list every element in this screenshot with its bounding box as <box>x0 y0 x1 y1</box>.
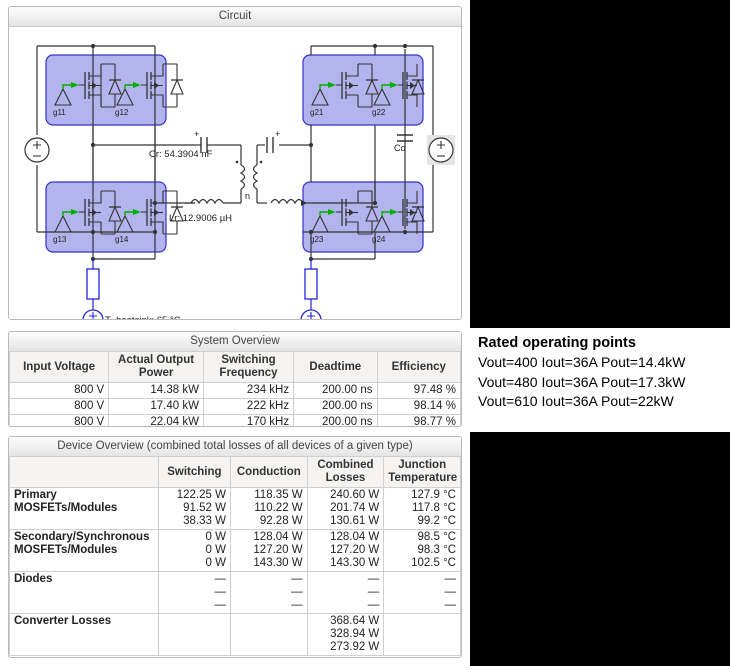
circuit-schematic-svg[interactable]: g11 g12 <box>9 27 461 319</box>
cell-conduction: 118.35 W 110.22 W 92.28 W <box>230 488 307 530</box>
col-header-switching-frequency[interactable]: Switching Frequency <box>203 352 293 383</box>
cell-combined-losses: 128.04 W 127.20 W 143.30 W <box>307 530 384 572</box>
cell-junction-temperature <box>384 614 461 656</box>
cell-junction-temperature: 127.9 °C 117.8 °C 99.2 °C <box>384 488 461 530</box>
device-overview-header-row: Switching Conduction Combined Losses Jun… <box>10 457 461 488</box>
cell-switching: — — — <box>158 572 230 614</box>
device-overview-title: Device Overview (combined total losses o… <box>9 437 461 457</box>
cell-output-power: 17.40 kW <box>109 399 204 415</box>
rated-operating-point-line: Vout=610 Iout=36A Pout=22kW <box>478 392 722 412</box>
cell-junction-temperature: 98.5 °C 98.3 °C 102.5 °C <box>384 530 461 572</box>
gate-label-g21: g21 <box>310 108 324 117</box>
circuit-panel-title: Circuit <box>9 7 461 27</box>
col-header-combined-losses[interactable]: Combined Losses <box>307 457 384 488</box>
transformer-ratio-label: n <box>245 191 250 201</box>
primary-thermal-network[interactable]: T_heatsink: 65 °C <box>81 259 181 319</box>
table-row: 800 V 14.38 kW 234 kHz 200.00 ns 97.48 % <box>10 383 461 399</box>
secondary-leakage-inductor[interactable] <box>271 200 307 207</box>
row-label-diodes: Diodes <box>10 572 159 614</box>
system-overview-title: System Overview <box>9 332 461 352</box>
thermal-resistance-secondary <box>305 269 317 299</box>
annotation-right-column: Rated operating points Vout=400 Iout=36A… <box>470 0 730 666</box>
cell-output-power: 22.04 kW <box>109 415 204 428</box>
cell-input-voltage: 800 V <box>10 399 109 415</box>
transformer[interactable]: n <box>236 161 263 201</box>
rated-operating-point-line: Vout=480 Iout=36A Pout=17.3kW <box>478 373 722 393</box>
row-label-primary-mosfets: Primary MOSFETs/Modules <box>10 488 159 530</box>
col-header-deadtime[interactable]: Deadtime <box>294 352 377 383</box>
col-header-junction-temperature[interactable]: Junction Temperature <box>384 457 461 488</box>
output-capacitor-label: Co <box>394 143 406 153</box>
table-row: Secondary/Synchronous MOSFETs/Modules 0 … <box>10 530 461 572</box>
thermal-resistance-primary <box>87 269 99 299</box>
table-row: Diodes — — — — — — — — — — — — <box>10 572 461 614</box>
cell-switching: 0 W 0 W 0 W <box>158 530 230 572</box>
col-header-efficiency[interactable]: Efficiency <box>377 352 460 383</box>
secondary-cap-polarity-plus: + <box>275 129 280 139</box>
cell-conduction: 128.04 W 127.20 W 143.30 W <box>230 530 307 572</box>
col-header-device-type <box>10 457 159 488</box>
rated-operating-point-line: Vout=400 Iout=36A Pout=14.4kW <box>478 353 722 373</box>
cell-switching <box>158 614 230 656</box>
system-overview-header-row: Input Voltage Actual Output Power Switch… <box>10 352 461 383</box>
device-overview-table: Switching Conduction Combined Losses Jun… <box>9 456 461 656</box>
system-overview-table: Input Voltage Actual Output Power Switch… <box>9 351 461 427</box>
cell-input-voltage: 800 V <box>10 415 109 428</box>
cap-polarity-plus: + <box>194 129 199 139</box>
table-row: Converter Losses 368.64 W 328.94 W 273.9… <box>10 614 461 656</box>
cell-switching-frequency: 170 kHz <box>203 415 293 428</box>
col-header-switching[interactable]: Switching <box>158 457 230 488</box>
rated-operating-points-title: Rated operating points <box>478 334 722 353</box>
system-overview-panel: System Overview Input Voltage Actual Out… <box>8 331 462 427</box>
cell-switching-frequency: 222 kHz <box>203 399 293 415</box>
col-header-actual-output-power[interactable]: Actual Output Power <box>109 352 204 383</box>
resonant-inductor-label: Lr: 12.9006 µH <box>169 213 232 224</box>
row-label-secondary-mosfets: Secondary/Synchronous MOSFETs/Modules <box>10 530 159 572</box>
cell-switching: 122.25 W 91.52 W 38.33 W <box>158 488 230 530</box>
gate-label-g11: g11 <box>53 108 66 117</box>
cell-efficiency: 98.77 % <box>377 415 460 428</box>
circuit-panel: Circuit <box>8 6 462 320</box>
col-header-input-voltage[interactable]: Input Voltage <box>10 352 109 383</box>
cell-junction-temperature: — — — <box>384 572 461 614</box>
cell-conduction: — — — <box>230 572 307 614</box>
gate-label-g13: g13 <box>53 235 67 244</box>
gate-label-g23: g23 <box>310 235 324 244</box>
table-row: 800 V 22.04 kW 170 kHz 200.00 ns 98.77 % <box>10 415 461 428</box>
cell-efficiency: 98.14 % <box>377 399 460 415</box>
output-capacitor[interactable]: Co <box>394 135 413 153</box>
cell-efficiency: 97.48 % <box>377 383 460 399</box>
heatsink-temperature-label: T_heatsink: 65 °C <box>105 315 181 319</box>
cell-input-voltage: 800 V <box>10 383 109 399</box>
secondary-capacitor[interactable]: + <box>267 129 280 153</box>
cell-output-power: 14.38 kW <box>109 383 204 399</box>
rated-operating-points-box: Rated operating points Vout=400 Iout=36A… <box>470 328 730 432</box>
col-header-conduction[interactable]: Conduction <box>230 457 307 488</box>
gate-label-g24: g24 <box>372 235 386 244</box>
device-overview-panel: Device Overview (combined total losses o… <box>8 436 462 658</box>
cell-deadtime: 200.00 ns <box>294 383 377 399</box>
cell-combined-losses: — — — <box>307 572 384 614</box>
table-row: Primary MOSFETs/Modules 122.25 W 91.52 W… <box>10 488 461 530</box>
circuit-schematic-canvas[interactable]: g11 g12 <box>9 27 461 319</box>
input-voltage-source[interactable] <box>25 138 49 162</box>
cell-combined-losses: 240.60 W 201.74 W 130.61 W <box>307 488 384 530</box>
gate-label-g14: g14 <box>115 235 129 244</box>
gate-label-g12: g12 <box>115 108 129 117</box>
output-voltage-source[interactable] <box>429 138 453 162</box>
cell-combined-losses: 368.64 W 328.94 W 273.92 W <box>307 614 384 656</box>
cell-deadtime: 200.00 ns <box>294 399 377 415</box>
cell-switching-frequency: 234 kHz <box>203 383 293 399</box>
row-label-converter-losses: Converter Losses <box>10 614 159 656</box>
secondary-thermal-network[interactable] <box>299 259 323 319</box>
table-row: 800 V 17.40 kW 222 kHz 200.00 ns 98.14 % <box>10 399 461 415</box>
resonant-capacitor-label: Cr: 54.3904 nF <box>149 149 213 160</box>
cell-conduction <box>230 614 307 656</box>
cell-deadtime: 200.00 ns <box>294 415 377 428</box>
gate-label-g22: g22 <box>372 108 386 117</box>
results-left-column: Circuit <box>0 0 470 666</box>
